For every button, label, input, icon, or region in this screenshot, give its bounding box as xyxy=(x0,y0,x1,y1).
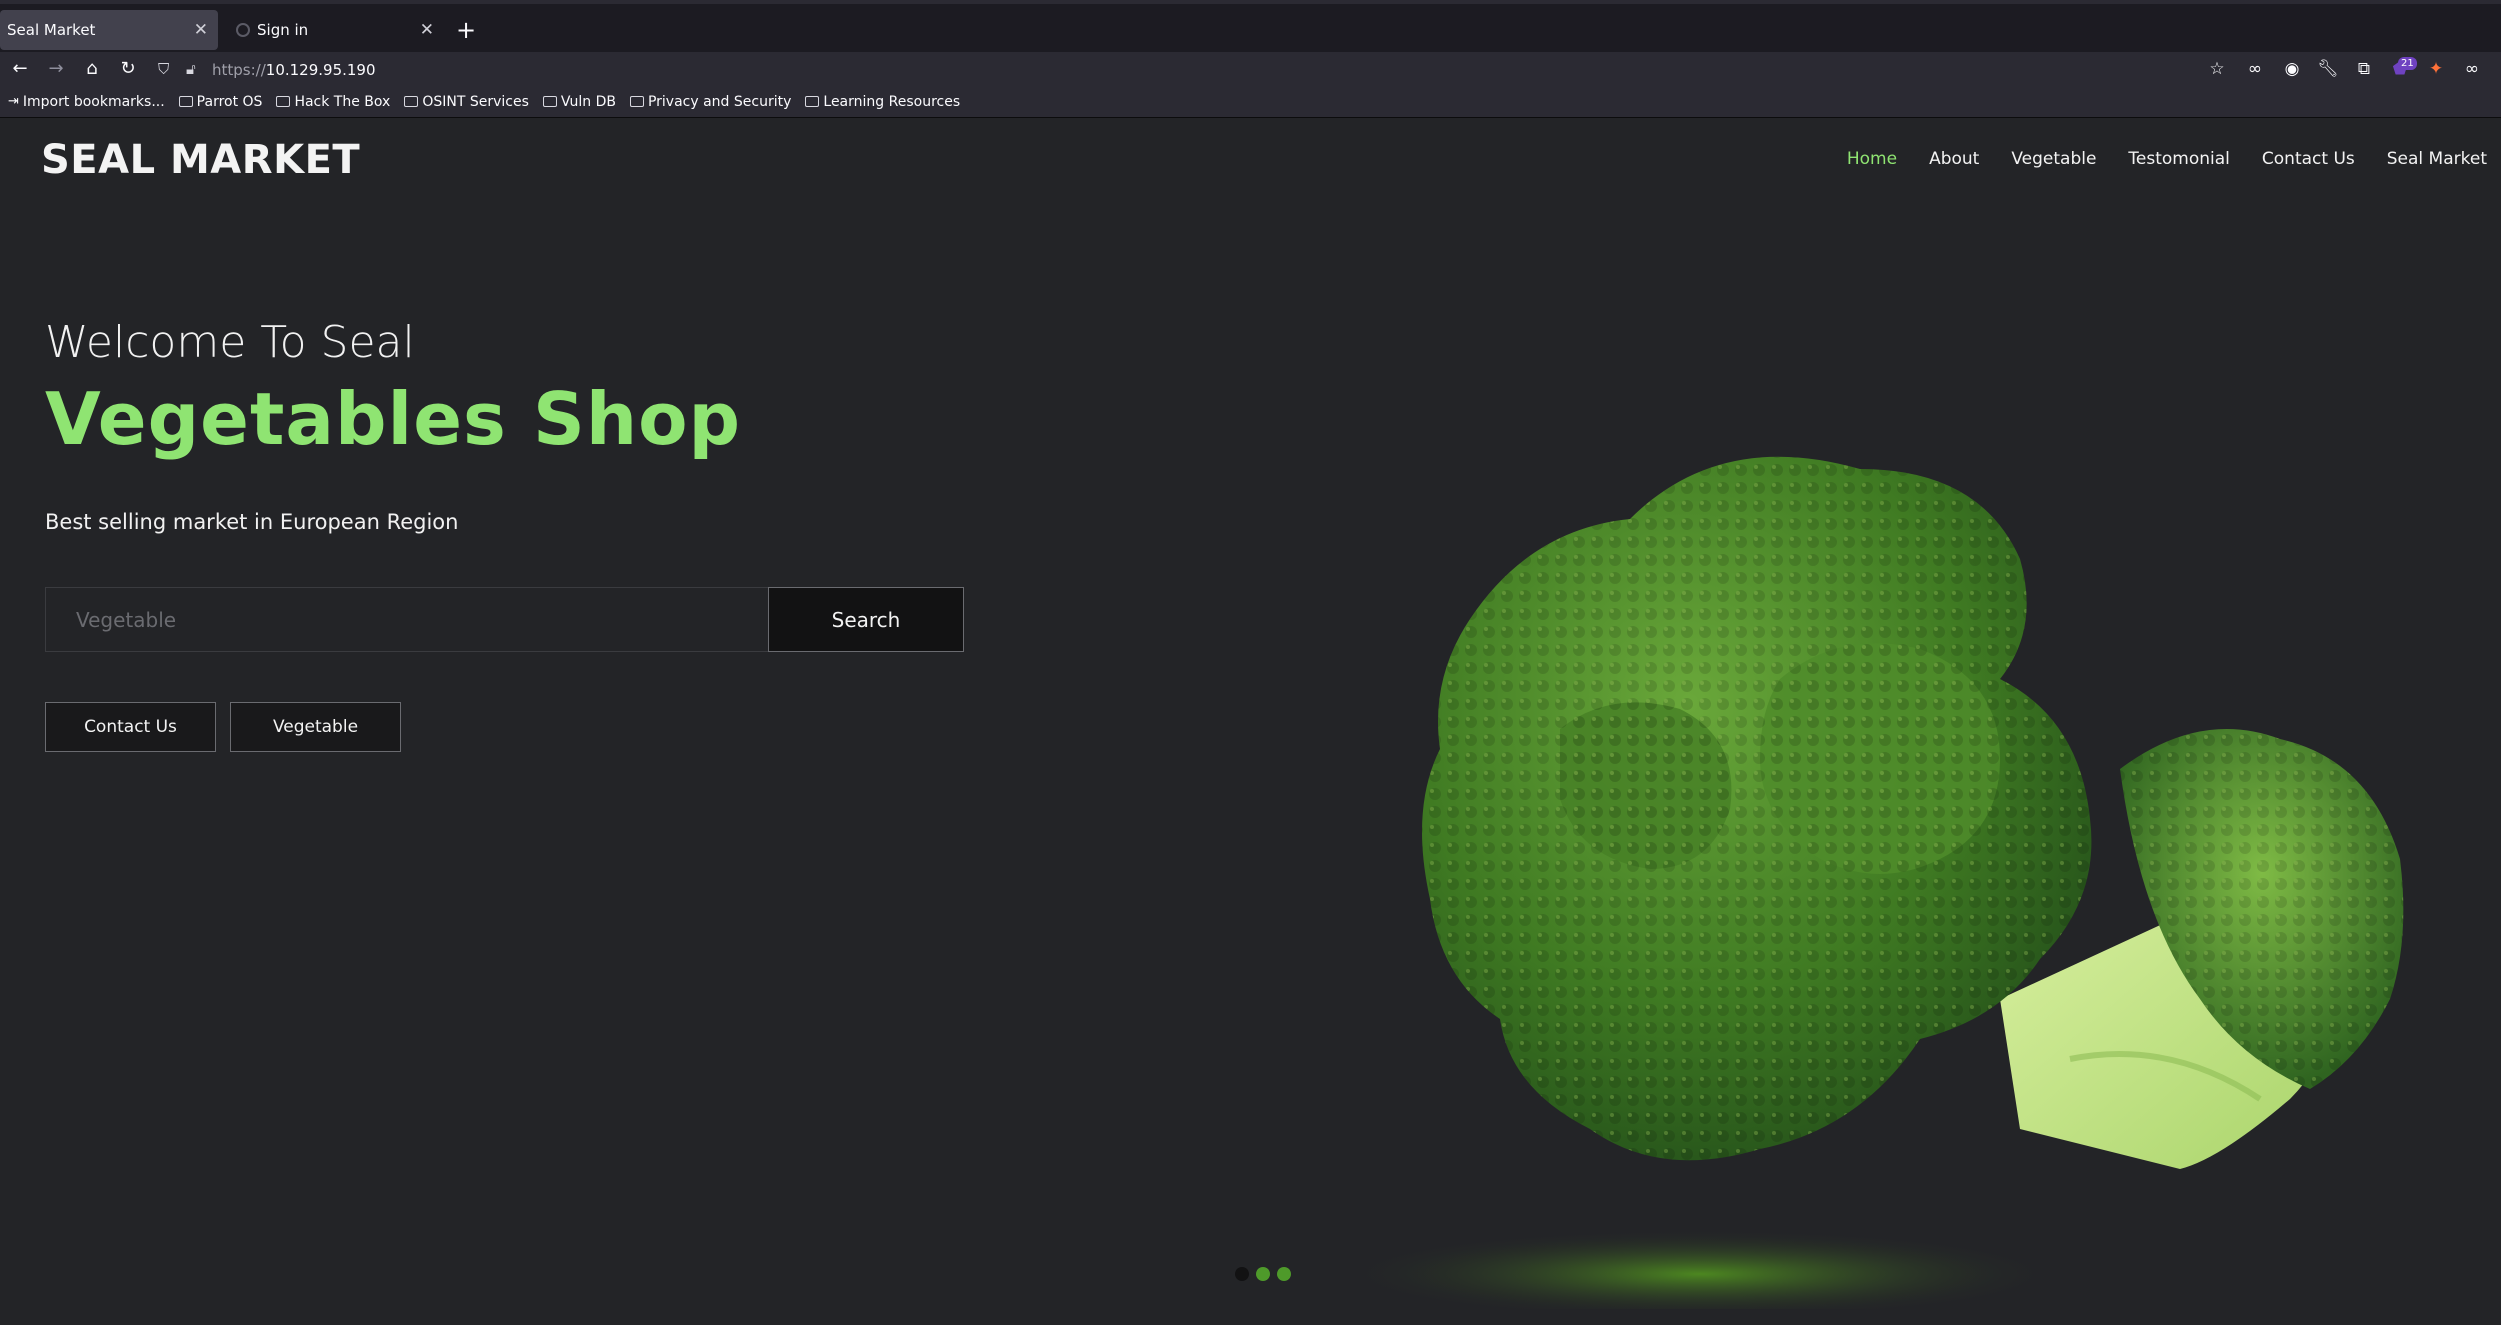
contact-us-button[interactable]: Contact Us xyxy=(45,702,216,752)
navigation-toolbar: ← → ⌂ ↻ ⛉ 🔓︎ https://10.129.95.190 ☆ ∞ ◉… xyxy=(0,52,2501,86)
extension-badge: 21 xyxy=(2398,57,2417,70)
tab-seal-market[interactable]: Seal Market ✕ xyxy=(0,10,218,50)
back-icon[interactable]: ← xyxy=(8,57,32,81)
slider-dot[interactable] xyxy=(1277,1267,1291,1281)
insecure-lock-icon[interactable]: 🔓︎ xyxy=(186,60,196,78)
bookmark-import[interactable]: ⇥ Import bookmarks... xyxy=(8,94,165,110)
tab-strip: Seal Market ✕ Sign in ✕ + xyxy=(0,0,2501,52)
private-mask-icon[interactable]: ∞ xyxy=(2243,56,2267,82)
bookmark-parrot-os[interactable]: Parrot OS xyxy=(178,94,262,110)
page-content: SEAL MARKET Home About Vegetable Testomo… xyxy=(0,119,2501,1325)
account-icon[interactable]: ◉ xyxy=(2280,56,2304,82)
nav-about[interactable]: About xyxy=(1929,149,1979,169)
folder-icon xyxy=(276,96,291,107)
close-tab-icon[interactable]: ✕ xyxy=(194,20,208,40)
search-input[interactable] xyxy=(46,588,768,651)
bookmark-star-icon[interactable]: ☆ xyxy=(2205,56,2229,82)
close-tab-icon[interactable]: ✕ xyxy=(420,20,434,40)
tab-sign-in[interactable]: Sign in ✕ xyxy=(226,10,444,50)
reload-icon[interactable]: ↻ xyxy=(116,57,140,81)
vegetable-button[interactable]: Vegetable xyxy=(230,702,401,752)
tracking-shield-icon[interactable]: ⛉ xyxy=(158,60,169,78)
bookmarks-toolbar: ⇥ Import bookmarks... Parrot OS Hack The … xyxy=(0,86,2501,118)
extensions-icon[interactable]: ⧉ xyxy=(2352,56,2376,82)
bookmark-hack-the-box[interactable]: Hack The Box xyxy=(276,94,390,110)
slider-dot-active[interactable] xyxy=(1256,1267,1270,1281)
site-logo[interactable]: SEAL MARKET xyxy=(41,137,360,183)
forward-icon[interactable]: → xyxy=(44,57,68,81)
bookmark-privacy-security[interactable]: Privacy and Security xyxy=(629,94,791,110)
broccoli-image xyxy=(1340,456,2404,1309)
folder-icon xyxy=(178,96,193,107)
folder-icon xyxy=(629,96,644,107)
main-nav: Home About Vegetable Testomonial Contact… xyxy=(1815,149,2487,169)
foxyproxy-icon[interactable]: ✦ xyxy=(2424,56,2448,82)
import-icon: ⇥ xyxy=(8,94,19,109)
hero-headline: Vegetables Shop xyxy=(45,377,742,461)
url-bar[interactable]: ⛉ 🔓︎ https://10.129.95.190 xyxy=(150,55,2210,83)
bookmark-learning-resources[interactable]: Learning Resources xyxy=(805,94,960,110)
search-button[interactable]: Search xyxy=(768,587,964,652)
slider-dot[interactable] xyxy=(1235,1267,1249,1281)
nav-seal-market[interactable]: Seal Market xyxy=(2387,149,2487,169)
slider-dots xyxy=(1235,1267,1298,1281)
bookmark-vuln-db[interactable]: Vuln DB xyxy=(542,94,616,110)
hero-buttons: Contact Us Vegetable xyxy=(45,702,415,752)
folder-icon xyxy=(542,96,557,107)
browser-chrome: Seal Market ✕ Sign in ✕ + ← → ⌂ ↻ ⛉ 🔓︎ h… xyxy=(0,0,2501,118)
nav-testimonial[interactable]: Testomonial xyxy=(2128,149,2229,169)
home-icon[interactable]: ⌂ xyxy=(80,57,104,81)
search-form: Search xyxy=(45,587,964,652)
folder-icon xyxy=(805,96,820,107)
bookmark-osint-services[interactable]: OSINT Services xyxy=(404,94,529,110)
hero-welcome: Welcome To Seal xyxy=(45,317,415,368)
more-extension-icon[interactable]: ∞ xyxy=(2460,56,2484,82)
github-favicon-icon xyxy=(236,23,250,37)
hero-tagline: Best selling market in European Region xyxy=(45,510,459,534)
url-text[interactable]: https://10.129.95.190 xyxy=(212,61,376,79)
tab-label: Seal Market xyxy=(7,21,96,39)
wrench-icon[interactable]: 🔧︎ xyxy=(2316,56,2340,82)
nav-home[interactable]: Home xyxy=(1847,149,1897,169)
new-tab-icon[interactable]: + xyxy=(456,16,476,44)
tab-label: Sign in xyxy=(257,21,309,39)
nav-vegetable[interactable]: Vegetable xyxy=(2011,149,2096,169)
folder-icon xyxy=(404,96,419,107)
nav-contact-us[interactable]: Contact Us xyxy=(2262,149,2355,169)
